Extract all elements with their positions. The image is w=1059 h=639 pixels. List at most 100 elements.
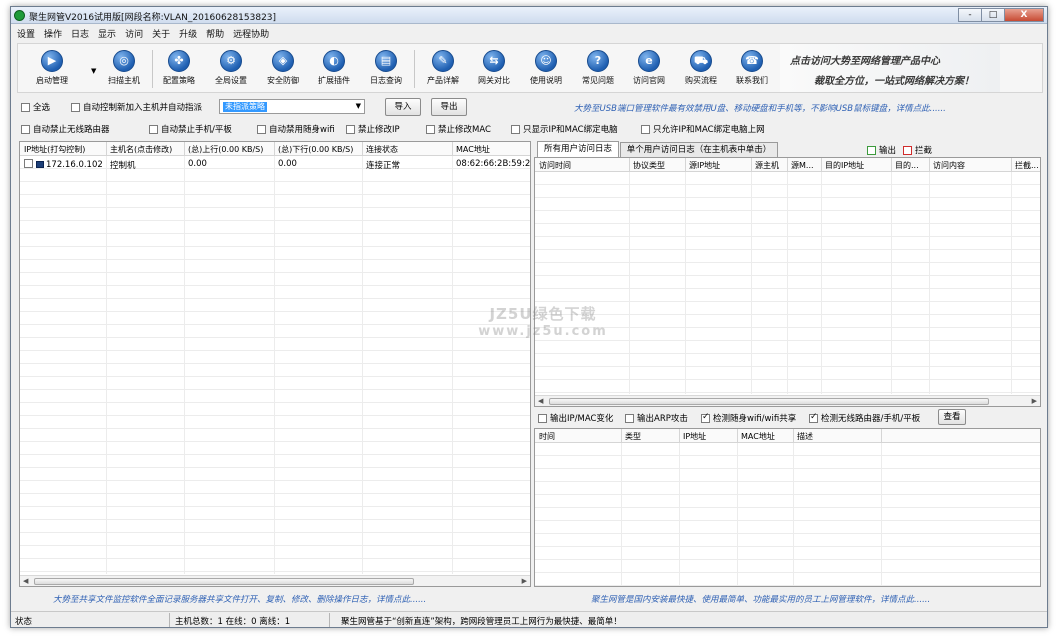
visit-website-button[interactable]: e 访问官网	[623, 48, 675, 92]
column-divider[interactable]	[929, 158, 930, 172]
column-divider[interactable]	[1011, 158, 1012, 172]
detect-portable-wifi-checkbox[interactable]: 检测随身wifi/wifi共享	[701, 412, 796, 424]
import-button[interactable]: 导入	[385, 98, 421, 116]
column-divider[interactable]	[891, 158, 892, 172]
menu-access[interactable]: 访问	[125, 27, 143, 40]
show-bound-only-checkbox[interactable]: 只显示IP和MAC绑定电脑	[511, 123, 618, 135]
auto-block-wireless-router-checkbox[interactable]: 自动禁止无线路由器	[21, 123, 110, 135]
column-header[interactable]: 源主机	[755, 160, 779, 171]
column-divider[interactable]	[737, 429, 738, 443]
column-header[interactable]: 源M...	[791, 160, 814, 171]
faq-button[interactable]: ? 常见问题	[572, 48, 624, 92]
menu-log[interactable]: 日志	[71, 27, 89, 40]
column-header[interactable]: 协议类型	[633, 160, 665, 171]
column-divider[interactable]	[184, 142, 185, 156]
menu-upgrade[interactable]: 升级	[179, 27, 197, 40]
column-divider[interactable]	[685, 158, 686, 172]
configure-policy-button[interactable]: ✤ 配置策略	[153, 48, 205, 92]
auto-block-phone-tablet-checkbox[interactable]: 自动禁止手机/平板	[149, 123, 232, 135]
column-header[interactable]: IP地址	[683, 431, 706, 442]
block-mac-change-checkbox[interactable]: 禁止修改MAC	[426, 123, 491, 135]
start-dropdown-arrow-icon[interactable]: ▼	[91, 67, 96, 75]
log-query-button[interactable]: ▤ 日志查询	[360, 48, 412, 92]
column-header[interactable]: 主机名(点击修改)	[110, 144, 172, 155]
tab-all-users-log[interactable]: 所有用户访问日志	[537, 141, 619, 157]
column-header[interactable]: 连接状态	[366, 144, 398, 155]
gateway-compare-button[interactable]: ⇆ 网关对比	[468, 48, 520, 92]
column-header[interactable]: 目的IP地址	[825, 160, 864, 171]
column-divider[interactable]	[452, 142, 453, 156]
scroll-thumb[interactable]	[549, 398, 989, 405]
column-header[interactable]: MAC地址	[456, 144, 490, 155]
minimize-button[interactable]: -	[958, 8, 982, 22]
detect-wireless-router-checkbox[interactable]: 检测无线路由器/手机/平板	[809, 412, 920, 424]
scroll-right-icon[interactable]: ▶	[1032, 397, 1037, 405]
column-divider[interactable]	[793, 429, 794, 443]
scroll-right-icon[interactable]: ▶	[522, 577, 527, 585]
column-header[interactable]: 拦截...	[1015, 160, 1039, 171]
purchase-process-button[interactable]: ⛟ 购买流程	[675, 48, 727, 92]
column-header[interactable]: MAC地址	[741, 431, 775, 442]
column-header[interactable]: 访问时间	[539, 160, 571, 171]
menu-operate[interactable]: 操作	[44, 27, 62, 40]
security-defense-button[interactable]: ◈ 安全防御	[257, 48, 309, 92]
column-header[interactable]: (总)下行(0.00 KB/S)	[278, 144, 353, 155]
contact-us-button[interactable]: ☎ 联系我们	[726, 48, 778, 92]
tab-single-user-log[interactable]: 单个用户访问日志（在主机表中单击）	[620, 142, 778, 157]
column-divider[interactable]	[274, 142, 275, 156]
host-control-checkbox[interactable]	[24, 159, 33, 168]
select-all-checkbox[interactable]: 全选	[21, 101, 50, 113]
product-details-button[interactable]: ✎ 产品详解	[417, 48, 469, 92]
usb-promo-link[interactable]: 大势至USB端口管理软件最有效禁用U盘、移动硬盘和手机等，不影响USB鼠标键盘，…	[574, 102, 946, 114]
close-button[interactable]: X	[1004, 8, 1044, 22]
column-divider[interactable]	[751, 158, 752, 172]
column-divider[interactable]	[629, 158, 630, 172]
maximize-button[interactable]: □	[981, 8, 1005, 22]
table-row[interactable]: 172.16.0.102 控制机 0.00 0.00 连接正常 08:62:66…	[20, 158, 530, 171]
user-manual-button[interactable]: ☺ 使用说明	[520, 48, 572, 92]
column-header[interactable]: 时间	[539, 431, 555, 442]
scan-hosts-button[interactable]: ◎ 扫描主机	[98, 48, 150, 92]
column-header[interactable]: 描述	[797, 431, 813, 442]
column-divider[interactable]	[679, 429, 680, 443]
column-divider[interactable]	[881, 429, 882, 443]
extension-plugins-button[interactable]: ◐ 扩展插件	[308, 48, 360, 92]
menu-help[interactable]: 帮助	[206, 27, 224, 40]
column-header[interactable]: IP地址(打勾控制)	[24, 144, 85, 155]
block-ip-change-checkbox[interactable]: 禁止修改IP	[346, 123, 400, 135]
column-divider[interactable]	[821, 158, 822, 172]
output-arp-attack-checkbox[interactable]: 输出ARP攻击	[625, 412, 688, 424]
column-divider[interactable]	[621, 429, 622, 443]
auto-control-new-hosts-checkbox[interactable]: 自动控制新加入主机并自动指派	[71, 101, 202, 113]
access-log-hscrollbar[interactable]: ◀ ▶	[535, 395, 1040, 406]
start-management-button[interactable]: ▶ 启动管理	[26, 48, 78, 92]
host-table-hscrollbar[interactable]: ◀ ▶	[20, 575, 530, 586]
share-monitor-promo-link[interactable]: 大势至共享文件监控软件全面记录服务器共享文件打开、复制、修改、删除操作日志，详情…	[53, 593, 426, 605]
allow-bound-only-checkbox[interactable]: 只允许IP和MAC绑定电脑上网	[641, 123, 765, 135]
menu-settings[interactable]: 设置	[17, 27, 35, 40]
auto-disable-portable-wifi-checkbox[interactable]: 自动禁用随身wifi	[257, 123, 335, 135]
export-button[interactable]: 导出	[431, 98, 467, 116]
output-log-checkbox[interactable]: 输出	[867, 144, 896, 156]
column-header[interactable]: 类型	[625, 431, 641, 442]
menu-display[interactable]: 显示	[98, 27, 116, 40]
global-settings-button[interactable]: ⚙ 全局设置	[205, 48, 257, 92]
column-header[interactable]: (总)上行(0.00 KB/S)	[188, 144, 263, 155]
menu-remote-assist[interactable]: 远程协助	[233, 27, 269, 40]
host-name-cell[interactable]: 控制机	[110, 159, 136, 171]
host-ip-cell[interactable]: 172.16.0.102	[24, 159, 103, 170]
output-ipmac-change-checkbox[interactable]: 输出IP/MAC变化	[538, 412, 613, 424]
policy-select[interactable]: 未指派策略 ▼	[219, 99, 365, 114]
column-divider[interactable]	[362, 142, 363, 156]
column-divider[interactable]	[106, 142, 107, 156]
column-header[interactable]: 访问内容	[933, 160, 965, 171]
product-center-banner[interactable]: 点击访问大势至网络管理产品中心 裁取全方位，一站式网络解决方案！	[780, 44, 1000, 92]
scroll-left-icon[interactable]: ◀	[538, 397, 543, 405]
column-header[interactable]: 源IP地址	[689, 160, 720, 171]
column-header[interactable]: 目的...	[895, 160, 919, 171]
scroll-left-icon[interactable]: ◀	[23, 577, 28, 585]
column-divider[interactable]	[787, 158, 788, 172]
view-button[interactable]: 查看	[938, 409, 966, 425]
scroll-thumb[interactable]	[34, 578, 414, 585]
menu-about[interactable]: 关于	[152, 27, 170, 40]
